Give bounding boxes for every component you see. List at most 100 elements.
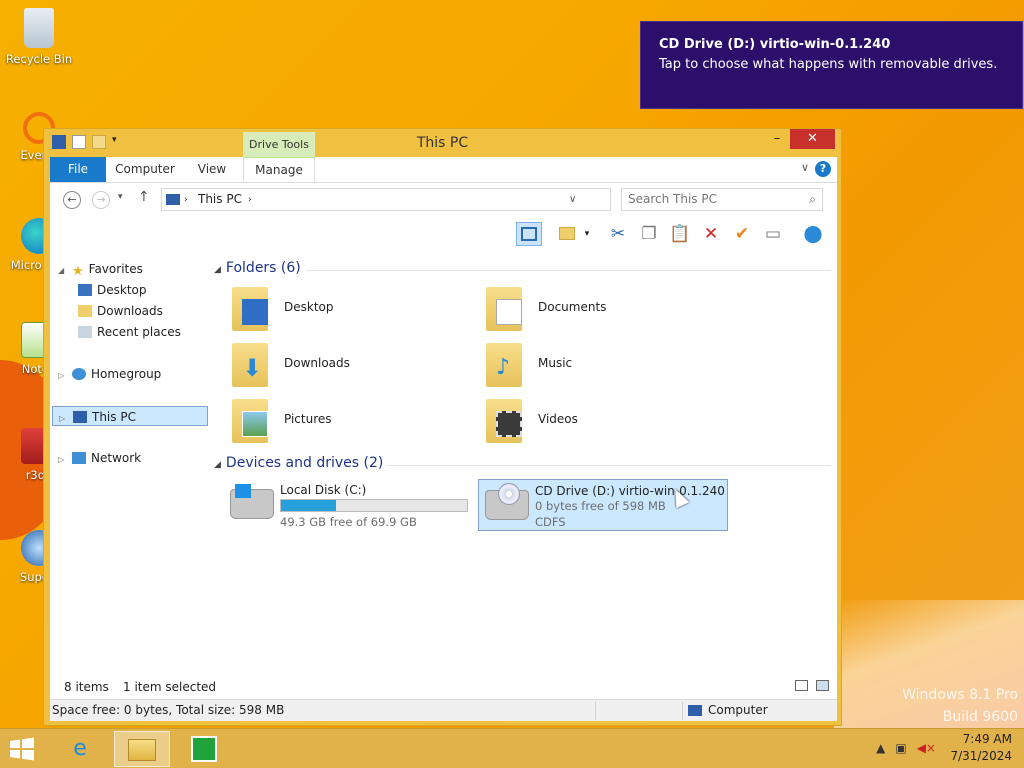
- drive-local-disk-c[interactable]: Local Disk (C:) 49.3 GB free of 69.9 GB: [224, 479, 474, 529]
- nav-network[interactable]: ▷ Network: [58, 448, 141, 468]
- folder-desktop[interactable]: Desktop: [232, 285, 472, 335]
- forward-button[interactable]: →: [92, 191, 110, 209]
- cd-drive-icon: [485, 483, 529, 520]
- folder-videos[interactable]: Videos: [486, 397, 726, 447]
- chevron-down-icon[interactable]: ∨: [569, 194, 576, 205]
- nav-label: Recent places: [97, 325, 181, 339]
- autoplay-toast[interactable]: CD Drive (D:) virtio-win-0.1.240 Tap to …: [640, 21, 1023, 109]
- windows-watermark: Windows 8.1 Pro Build 9600: [902, 684, 1018, 728]
- tab-file[interactable]: File: [50, 157, 106, 182]
- preview-pane-icon[interactable]: [516, 222, 542, 246]
- cut-icon[interactable]: ✂: [605, 222, 631, 246]
- windows-logo-icon: [235, 484, 251, 498]
- group-header-folders[interactable]: ◢ Folders (6): [214, 260, 301, 276]
- content-pane: ◢ Folders (6) Desktop Documents ⬇ Downloa…: [210, 251, 837, 675]
- nav-recent-places[interactable]: Recent places: [78, 322, 181, 342]
- search-icon[interactable]: ⌕: [809, 192, 816, 207]
- paste-icon[interactable]: 📋: [667, 222, 693, 246]
- command-toolbar: ▾ ✂ ❐ 📋 ✕ ✔ ▭ ⬤: [50, 217, 837, 251]
- copy-icon[interactable]: ❐: [636, 222, 662, 246]
- expand-icon[interactable]: ▷: [59, 409, 69, 429]
- store-icon[interactable]: [176, 731, 232, 767]
- nav-label: Downloads: [97, 304, 163, 318]
- expand-icon[interactable]: ▷: [58, 366, 68, 386]
- file-explorer-taskbar-button[interactable]: [114, 731, 170, 767]
- divider: [682, 702, 683, 720]
- folder-icon: [128, 739, 156, 761]
- desktop-icon-label: Recycle Bin: [5, 52, 73, 66]
- clock[interactable]: 7:49 AM 7/31/2024: [950, 731, 1012, 765]
- clock-time: 7:49 AM: [962, 732, 1012, 746]
- nav-desktop[interactable]: Desktop: [78, 280, 147, 300]
- search-input[interactable]: [628, 189, 798, 209]
- drive-free-space: 49.3 GB free of 69.9 GB: [280, 515, 417, 529]
- folder-music[interactable]: ♪ Music: [486, 341, 726, 391]
- watermark-build: Build 9600: [942, 709, 1018, 725]
- large-icons-view-icon[interactable]: [816, 680, 829, 691]
- properties-icon[interactable]: ▭: [760, 222, 786, 246]
- breadcrumb-this-pc[interactable]: This PC: [198, 192, 242, 206]
- volume-muted-icon[interactable]: ◀×: [917, 741, 936, 755]
- chevron-down-icon[interactable]: ▾: [580, 222, 594, 246]
- expand-icon[interactable]: ◢: [58, 261, 68, 281]
- close-button[interactable]: ✕: [790, 129, 835, 149]
- nav-this-pc[interactable]: ▷ This PC: [52, 406, 208, 426]
- item-count: 8 items: [64, 680, 109, 694]
- group-header-drives[interactable]: ◢ Devices and drives (2): [214, 455, 383, 471]
- nav-favorites[interactable]: ◢ ★ Favorites: [58, 259, 143, 279]
- chevron-right-icon[interactable]: ›: [184, 195, 188, 205]
- taskbar: e ▲ ▣ ◀× 7:49 AM 7/31/2024: [0, 728, 1024, 768]
- up-arrow-icon[interactable]: ↑: [138, 189, 150, 205]
- back-button[interactable]: ←: [63, 191, 81, 209]
- download-arrow-icon: ⬇: [242, 354, 263, 382]
- drive-cd-d[interactable]: CD Drive (D:) virtio-win-0.1.240 0 bytes…: [478, 479, 728, 531]
- recycle-bin-icon: [24, 8, 54, 48]
- drive-file-system: CDFS: [535, 515, 566, 529]
- folder-pictures[interactable]: Pictures: [232, 397, 472, 447]
- collapse-icon[interactable]: ◢: [214, 460, 221, 470]
- internet-explorer-icon[interactable]: e: [52, 731, 108, 767]
- chevron-up-icon[interactable]: ▲: [876, 741, 885, 755]
- tab-view[interactable]: View: [188, 157, 236, 182]
- folder-documents[interactable]: Documents: [486, 285, 726, 335]
- recent-locations-icon[interactable]: ▾: [118, 192, 123, 202]
- folder-name: Videos: [538, 412, 578, 426]
- expand-icon[interactable]: ▷: [58, 450, 68, 470]
- drive-free-space: 0 bytes free of 598 MB: [535, 499, 666, 513]
- help-bubble-icon[interactable]: ⬤: [800, 222, 826, 246]
- tab-manage[interactable]: Manage: [243, 157, 315, 182]
- help-icon[interactable]: ?: [815, 161, 831, 177]
- tab-computer[interactable]: Computer: [110, 157, 180, 182]
- divider: [306, 270, 831, 271]
- selection-count: 1 item selected: [123, 680, 217, 694]
- nav-downloads[interactable]: Downloads: [78, 301, 163, 321]
- nav-label: Favorites: [88, 262, 143, 276]
- network-icon[interactable]: ▣: [895, 741, 906, 755]
- delete-icon[interactable]: ✕: [698, 222, 724, 246]
- details-bar: Space free: 0 bytes, Total size: 598 MB …: [50, 699, 837, 721]
- music-note-icon: ♪: [496, 355, 511, 380]
- computer-icon: [166, 194, 180, 205]
- chevron-right-icon[interactable]: ›: [248, 195, 252, 205]
- folder-downloads[interactable]: ⬇ Downloads: [232, 341, 472, 391]
- desktop-icon-recycle-bin[interactable]: Recycle Bin: [4, 8, 74, 66]
- divider: [595, 702, 596, 720]
- title-bar[interactable]: ▾ Drive Tools This PC – ☐ ✕: [44, 129, 841, 157]
- rename-check-icon[interactable]: ✔: [729, 222, 755, 246]
- collapse-icon[interactable]: ◢: [214, 265, 221, 275]
- details-view-icon[interactable]: [795, 680, 808, 691]
- disc-icon: [498, 483, 520, 505]
- toast-title: CD Drive (D:) virtio-win-0.1.240: [659, 37, 891, 52]
- film-strip-icon: [496, 411, 522, 437]
- chevron-down-icon[interactable]: ∨: [801, 161, 809, 174]
- folder-name: Desktop: [284, 300, 334, 314]
- nav-label: Network: [91, 451, 142, 465]
- start-button[interactable]: [8, 737, 36, 761]
- nav-label: This PC: [92, 410, 136, 424]
- desktop-icon: [78, 284, 92, 296]
- folder-name: Music: [538, 356, 573, 370]
- address-bar[interactable]: › This PC › ∨ ↻: [161, 188, 709, 211]
- new-folder-icon[interactable]: [554, 222, 580, 246]
- nav-homegroup[interactable]: ▷ Homegroup: [58, 364, 161, 384]
- clock-date: 7/31/2024: [950, 749, 1012, 763]
